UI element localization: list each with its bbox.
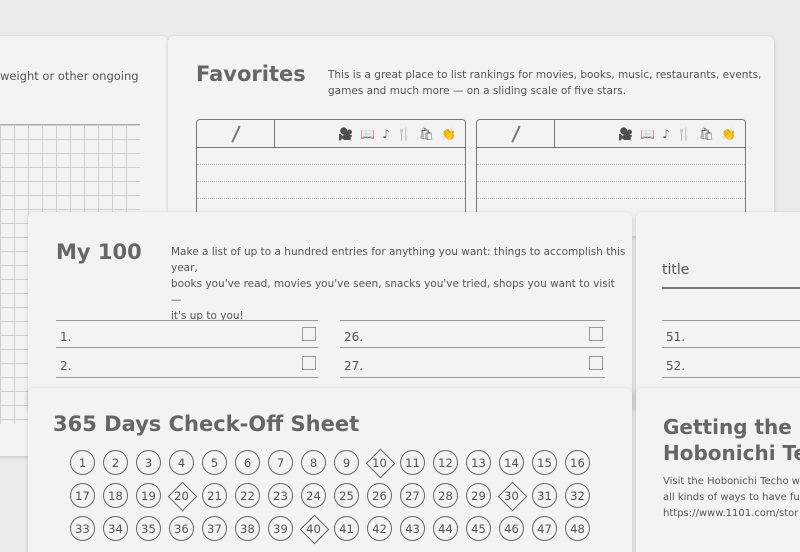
day-circle[interactable]: 26: [367, 483, 392, 508]
day-circle[interactable]: 4: [169, 450, 194, 475]
day-circle[interactable]: 3: [136, 450, 161, 475]
day-circle[interactable]: 5: [202, 450, 227, 475]
day-circle[interactable]: 16: [565, 450, 590, 475]
day-circle[interactable]: 8: [301, 450, 326, 475]
my100-page: My 100 Make a list of up to a hundred en…: [28, 212, 632, 412]
day-diamond[interactable]: 40: [301, 516, 326, 541]
checkbox[interactable]: [302, 327, 316, 341]
day-circle[interactable]: 25: [334, 483, 359, 508]
day-circle[interactable]: 42: [367, 516, 392, 541]
checkbox[interactable]: [302, 356, 316, 370]
favorites-description: This is a great place to list rankings f…: [328, 69, 762, 97]
movie-icon: 🎥: [618, 126, 634, 141]
day-circle[interactable]: 19: [136, 483, 161, 508]
day-circle[interactable]: 6: [235, 450, 260, 475]
day-circle[interactable]: 29: [466, 483, 491, 508]
my100-right-page: title 51. 52.: [636, 212, 800, 412]
checkoff-page: 365 Days Check-Off Sheet 1 2 3 4 5 6 7 8 9 10 11 12…: [28, 388, 632, 552]
favorites-title: Favorites: [196, 62, 306, 86]
shopping-bag-icon: 🛍: [698, 126, 715, 141]
day-circle[interactable]: 22: [235, 483, 260, 508]
movie-icon: 🎥: [338, 126, 354, 141]
book-icon: 📖: [360, 126, 376, 141]
day-circle[interactable]: 1: [70, 450, 95, 475]
day-circle[interactable]: 28: [433, 483, 458, 508]
day-circle[interactable]: 37: [202, 516, 227, 541]
checkbox[interactable]: [589, 356, 603, 370]
day-circle[interactable]: 46: [499, 516, 524, 541]
days-grid: 1 2 3 4 5 6 7 8 9 10 11 12 13 14 15 16 17 18 19 20 21 22 23 24 2…: [70, 450, 610, 552]
day-circle[interactable]: 14: [499, 450, 524, 475]
shopping-bag-icon: 🛍: [418, 126, 435, 141]
list-row: 26.: [340, 320, 605, 348]
title-field-label: title: [662, 262, 690, 278]
day-circle[interactable]: 45: [466, 516, 491, 541]
day-circle[interactable]: 23: [268, 483, 293, 508]
day-diamond[interactable]: 30: [499, 483, 524, 508]
checkoff-title: 365 Days Check-Off Sheet: [53, 412, 360, 436]
day-circle[interactable]: 12: [433, 450, 458, 475]
day-circle[interactable]: 13: [466, 450, 491, 475]
day-circle[interactable]: 24: [301, 483, 326, 508]
day-circle[interactable]: 47: [532, 516, 557, 541]
favorites-page: Favorites This is a great place to list …: [168, 36, 774, 236]
my100-title: My 100: [56, 240, 142, 264]
getting-title: Getting the M Hobonichi Tec: [663, 415, 800, 465]
day-circle[interactable]: 31: [532, 483, 557, 508]
day-circle[interactable]: 41: [334, 516, 359, 541]
slash-cell: [197, 120, 275, 147]
day-circle[interactable]: 21: [202, 483, 227, 508]
day-circle[interactable]: 33: [70, 516, 95, 541]
day-circle[interactable]: 32: [565, 483, 590, 508]
day-circle[interactable]: 39: [268, 516, 293, 541]
music-icon: ♪: [382, 126, 390, 141]
day-circle[interactable]: 18: [103, 483, 128, 508]
slash-cell: [477, 120, 555, 147]
day-circle[interactable]: 27: [400, 483, 425, 508]
checkbox[interactable]: [589, 327, 603, 341]
day-circle[interactable]: 2: [103, 450, 128, 475]
list-row: 27.: [340, 350, 605, 378]
my100-description: Make a list of up to a hundred entries f…: [171, 246, 626, 322]
day-circle[interactable]: 48: [565, 516, 590, 541]
day-circle[interactable]: 15: [532, 450, 557, 475]
music-icon: ♪: [662, 126, 670, 141]
list-row: 2.: [56, 350, 318, 378]
day-circle[interactable]: 17: [70, 483, 95, 508]
day-circle[interactable]: 36: [169, 516, 194, 541]
day-diamond[interactable]: 20: [169, 483, 194, 508]
day-circle[interactable]: 9: [334, 450, 359, 475]
getting-description: Visit the Hobonichi Techo w all kinds of…: [663, 476, 800, 519]
list-row: 52.: [662, 350, 800, 378]
day-circle[interactable]: 7: [268, 450, 293, 475]
clap-icon: 👏: [441, 126, 456, 141]
day-circle[interactable]: 43: [400, 516, 425, 541]
getting-page: Getting the M Hobonichi Tec Visit the Ho…: [636, 388, 800, 552]
grid-page-text: weight or other ongoing: [0, 69, 139, 83]
clap-icon: 👏: [721, 126, 736, 141]
day-diamond[interactable]: 10: [367, 450, 392, 475]
day-circle[interactable]: 38: [235, 516, 260, 541]
book-icon: 📖: [640, 126, 656, 141]
restaurant-icon: 🍴: [676, 126, 692, 141]
list-row: 51.: [662, 320, 800, 348]
day-circle[interactable]: 35: [136, 516, 161, 541]
day-circle[interactable]: 11: [400, 450, 425, 475]
title-field-underline: [662, 287, 800, 289]
day-circle[interactable]: 34: [103, 516, 128, 541]
day-circle[interactable]: 44: [433, 516, 458, 541]
list-row: 1.: [56, 320, 318, 348]
restaurant-icon: 🍴: [396, 126, 412, 141]
